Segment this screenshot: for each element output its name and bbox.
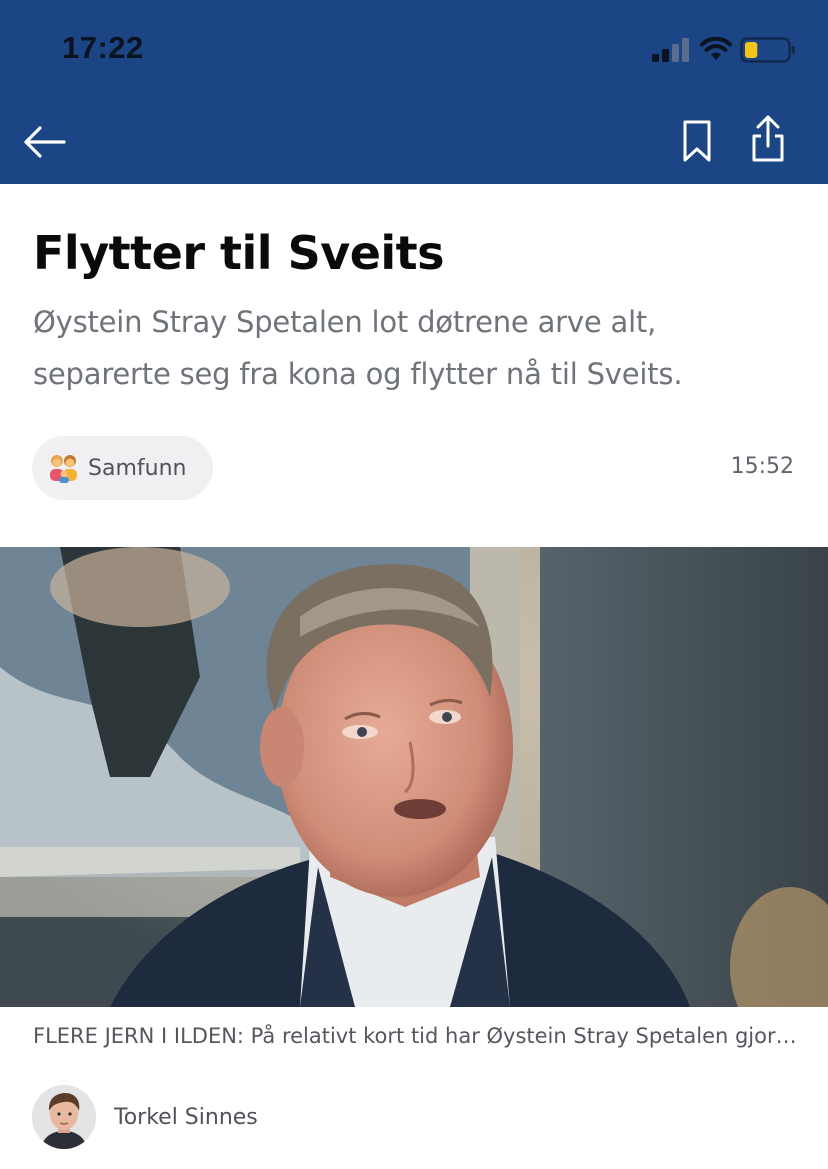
article-lead: Øystein Stray Spetalen lot døtrene arve … [33,296,803,400]
article-card: Flytter til Sveits Øystein Stray Spetale… [0,184,828,1169]
share-icon [752,115,784,162]
status-time: 17:22 [62,30,144,65]
article-lead-line: Øystein Stray Spetalen lot døtrene arve … [33,305,657,339]
share-button[interactable] [744,112,792,168]
category-chip[interactable]: Samfunn [32,436,214,500]
bookmark-button[interactable] [676,116,718,166]
portrait-photo [0,547,828,1007]
author-avatar [32,1085,96,1149]
author-byline[interactable]: Torkel Sinnes [32,1084,258,1150]
status-bar: 17:22 [0,0,828,100]
image-caption: FLERE JERN I ILDEN: På relativt kort tid… [33,1024,803,1048]
family-emoji-icon [50,455,77,483]
back-button[interactable] [18,120,70,164]
category-label: Samfunn [88,455,187,481]
article-hero-image[interactable] [0,547,828,1007]
author-name: Torkel Sinnes [114,1104,258,1130]
author-avatar-image [32,1085,96,1149]
wifi-icon [700,36,732,60]
battery-low-icon [740,37,795,63]
article-title: Flytter til Sveits [33,226,445,280]
published-time: 15:52 [730,454,794,479]
article-lead-line: separerte seg fra kona og flytter nå til… [33,357,683,391]
bookmark-icon [683,120,711,162]
cellular-signal-icon [652,38,689,62]
navigation-bar [0,100,828,184]
arrow-left-icon [24,126,66,158]
